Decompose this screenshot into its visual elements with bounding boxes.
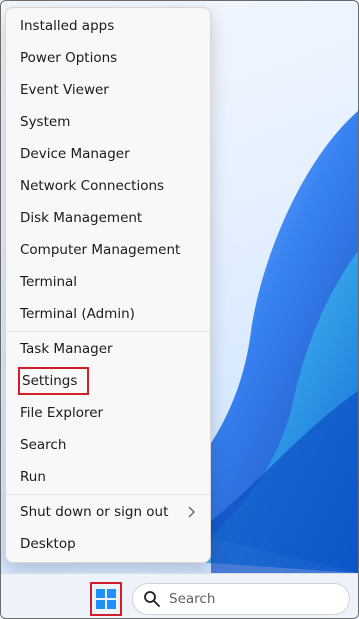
menu-item-event-viewer[interactable]: Event Viewer <box>6 74 210 106</box>
menu-item-label: Shut down or sign out <box>20 504 169 520</box>
menu-item-power-options[interactable]: Power Options <box>6 42 210 74</box>
start-button[interactable] <box>90 582 122 616</box>
menu-item-search[interactable]: Search <box>6 429 210 461</box>
menu-item-label: System <box>20 114 71 130</box>
menu-item-terminal[interactable]: Terminal <box>6 266 210 298</box>
windows-logo-icon <box>96 589 116 609</box>
menu-item-label: Terminal <box>20 274 78 290</box>
search-icon <box>144 591 160 607</box>
taskbar: Search <box>1 573 358 618</box>
menu-item-label: Run <box>20 469 46 485</box>
menu-item-installed-apps[interactable]: Installed apps <box>6 10 210 42</box>
menu-separator <box>6 494 210 495</box>
menu-item-label: Disk Management <box>20 210 143 226</box>
menu-item-label: Network Connections <box>20 178 165 194</box>
menu-item-label: Search <box>20 437 67 453</box>
menu-item-shut-down-or-sign-out[interactable]: Shut down or sign out <box>6 496 210 528</box>
menu-item-run[interactable]: Run <box>6 461 210 493</box>
chevron-right-icon <box>188 506 196 518</box>
taskbar-search-box[interactable]: Search <box>132 583 350 615</box>
menu-separator <box>6 331 210 332</box>
menu-item-label: Terminal (Admin) <box>20 306 135 322</box>
winx-context-menu: Installed apps Power Options Event Viewe… <box>5 7 211 563</box>
menu-item-system[interactable]: System <box>6 106 210 138</box>
menu-item-computer-management[interactable]: Computer Management <box>6 234 210 266</box>
screen-frame: Installed apps Power Options Event Viewe… <box>0 0 359 619</box>
menu-item-label: Device Manager <box>20 146 130 162</box>
menu-item-label: Desktop <box>20 536 76 552</box>
menu-item-disk-management[interactable]: Disk Management <box>6 202 210 234</box>
menu-item-label: Computer Management <box>20 242 181 258</box>
menu-item-network-connections[interactable]: Network Connections <box>6 170 210 202</box>
menu-item-label: Power Options <box>20 50 118 66</box>
menu-item-device-manager[interactable]: Device Manager <box>6 138 210 170</box>
menu-item-settings[interactable]: Settings <box>6 365 210 397</box>
menu-item-label: File Explorer <box>20 405 104 421</box>
search-placeholder: Search <box>169 591 216 607</box>
menu-item-file-explorer[interactable]: File Explorer <box>6 397 210 429</box>
menu-item-label: Installed apps <box>20 18 115 34</box>
menu-item-desktop[interactable]: Desktop <box>6 528 210 560</box>
menu-item-task-manager[interactable]: Task Manager <box>6 333 210 365</box>
menu-item-terminal-admin[interactable]: Terminal (Admin) <box>6 298 210 330</box>
menu-item-label: Event Viewer <box>20 82 109 98</box>
menu-item-label: Task Manager <box>20 341 113 357</box>
menu-item-label: Settings <box>18 367 90 395</box>
